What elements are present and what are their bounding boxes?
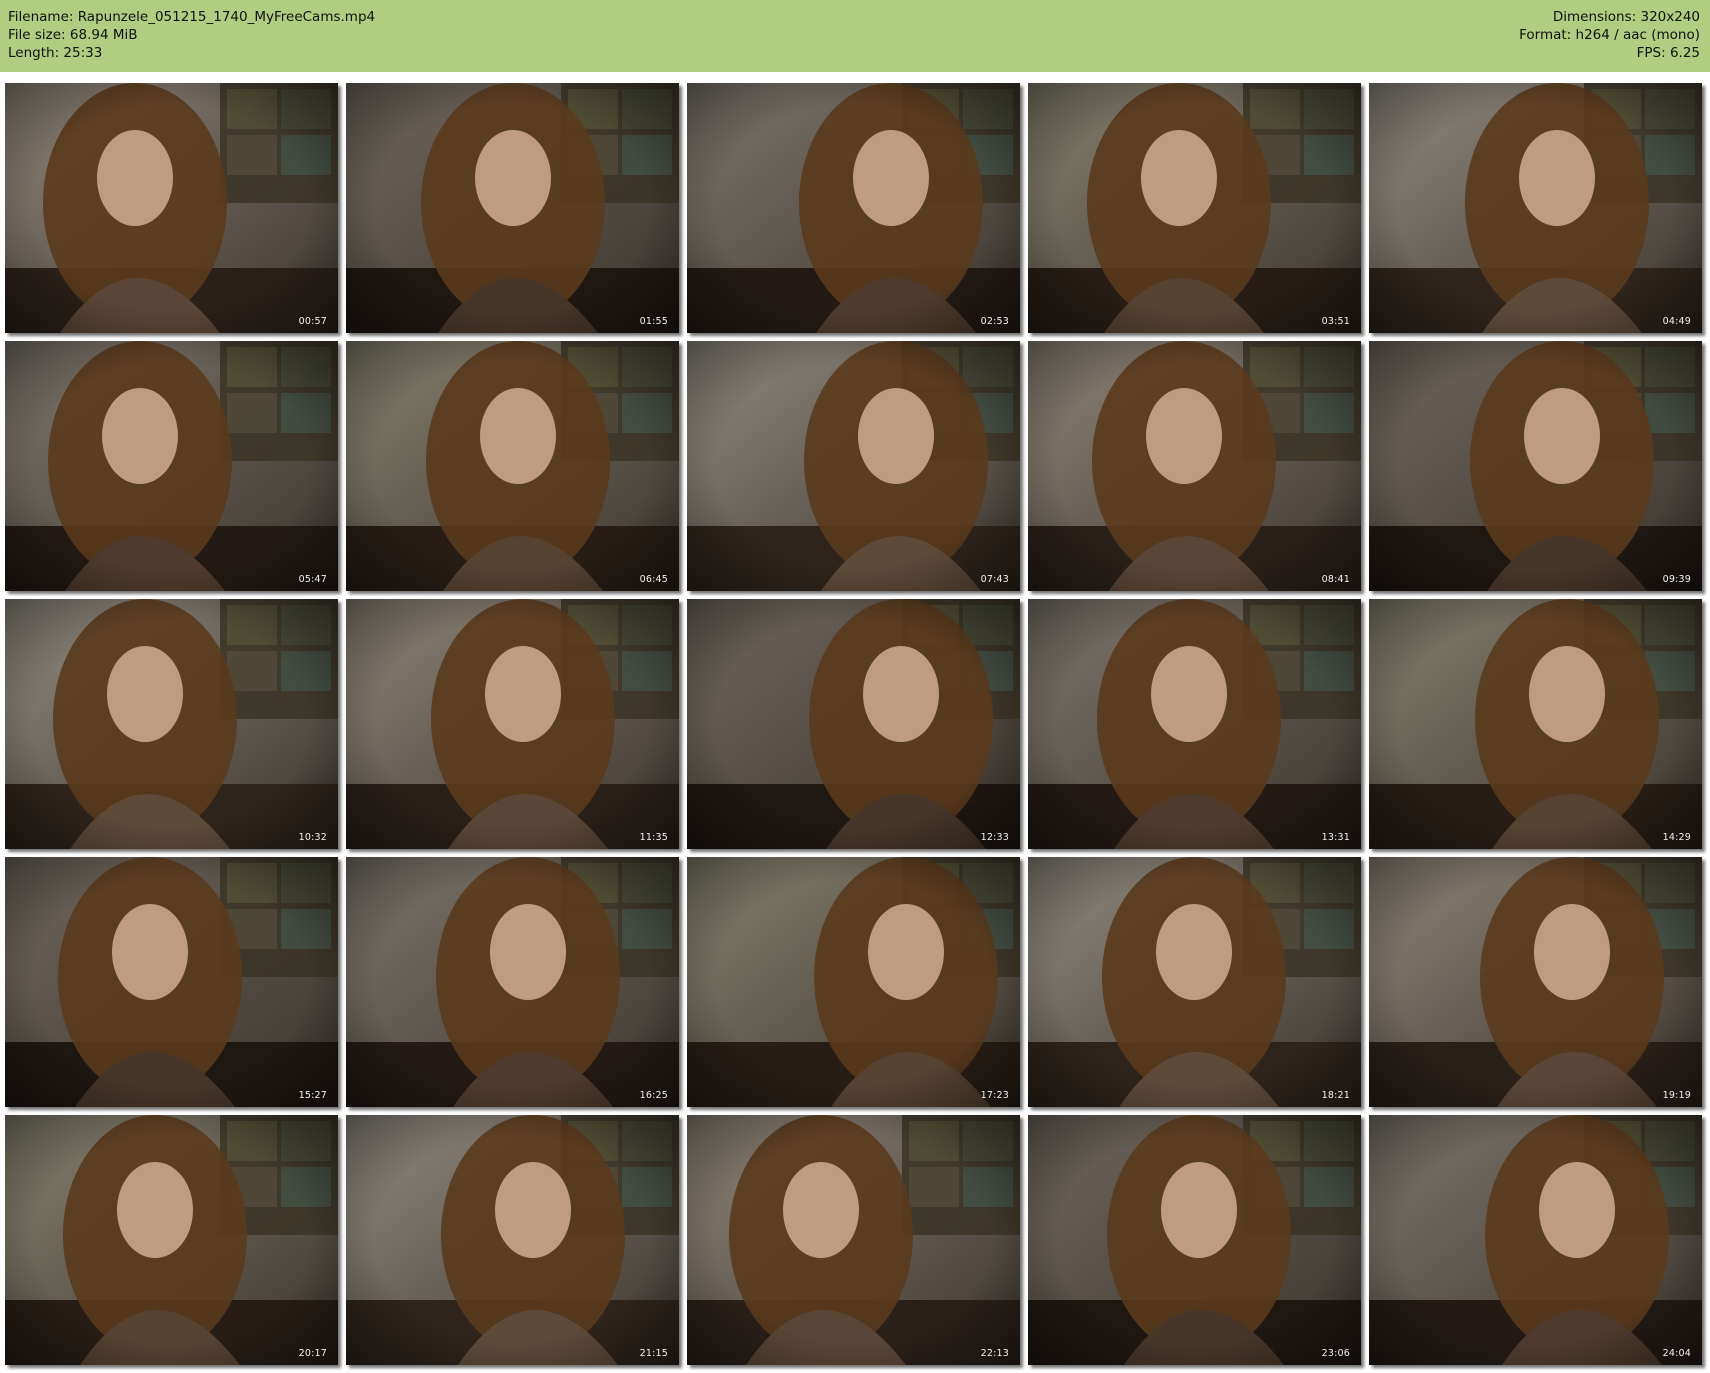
- video-frame-image: [346, 1115, 679, 1365]
- timestamp-label: 12:33: [980, 832, 1009, 843]
- timestamp-label: 11:35: [639, 832, 668, 843]
- length-text: Length: 25:33: [8, 45, 103, 61]
- thumbnail-frame: 19:19: [1369, 857, 1702, 1107]
- thumbnail-frame: 16:25: [346, 857, 679, 1107]
- timestamp-label: 04:49: [1662, 316, 1691, 327]
- video-frame-image: [687, 341, 1020, 591]
- filename-text: Filename: Rapunzele_051215_1740_MyFreeCa…: [8, 9, 376, 25]
- thumbnail-frame: 14:29: [1369, 599, 1702, 849]
- thumbnail-frame: 06:45: [346, 341, 679, 591]
- timestamp-label: 07:43: [980, 574, 1009, 585]
- timestamp-label: 23:06: [1321, 1348, 1350, 1359]
- video-frame-image: [687, 1115, 1020, 1365]
- thumbnail-frame: 02:53: [687, 83, 1020, 333]
- video-frame-image: [687, 83, 1020, 333]
- video-frame-image: [1028, 1115, 1361, 1365]
- thumbnail-frame: 15:27: [5, 857, 338, 1107]
- thumbnail-frame: 23:06: [1028, 1115, 1361, 1365]
- video-frame-image: [1028, 857, 1361, 1107]
- thumbnail-frame: 09:39: [1369, 341, 1702, 591]
- thumbnail-frame: 00:57: [5, 83, 338, 333]
- thumbnail-frame: 17:23: [687, 857, 1020, 1107]
- timestamp-label: 10:32: [298, 832, 327, 843]
- video-frame-image: [1369, 83, 1702, 333]
- timestamp-label: 16:25: [639, 1090, 668, 1101]
- thumbnail-frame: 20:17: [5, 1115, 338, 1365]
- thumbnail-frame: 21:15: [346, 1115, 679, 1365]
- thumbnail-frame: 18:21: [1028, 857, 1361, 1107]
- thumbnail-frame: 05:47: [5, 341, 338, 591]
- video-frame-image: [5, 857, 338, 1107]
- timestamp-label: 05:47: [298, 574, 327, 585]
- thumbnail-frame: 01:55: [346, 83, 679, 333]
- timestamp-label: 15:27: [298, 1090, 327, 1101]
- fps-text: FPS: 6.25: [1636, 45, 1700, 61]
- video-frame-image: [5, 599, 338, 849]
- thumbnail-frame: 08:41: [1028, 341, 1361, 591]
- timestamp-label: 03:51: [1321, 316, 1350, 327]
- video-frame-image: [1028, 341, 1361, 591]
- timestamp-label: 00:57: [298, 316, 327, 327]
- video-frame-image: [5, 83, 338, 333]
- video-frame-image: [1369, 857, 1702, 1107]
- video-frame-image: [687, 599, 1020, 849]
- video-frame-image: [1369, 1115, 1702, 1365]
- timestamp-label: 19:19: [1662, 1090, 1691, 1101]
- stream-info: Dimensions: 320x240 Format: h264 / aac (…: [1519, 8, 1700, 62]
- timestamp-label: 13:31: [1321, 832, 1350, 843]
- thumbnail-frame: 10:32: [5, 599, 338, 849]
- video-frame-image: [1028, 83, 1361, 333]
- timestamp-label: 09:39: [1662, 574, 1691, 585]
- timestamp-label: 14:29: [1662, 832, 1691, 843]
- video-frame-image: [346, 83, 679, 333]
- video-frame-image: [346, 341, 679, 591]
- thumbnail-frame: 22:13: [687, 1115, 1020, 1365]
- timestamp-label: 01:55: [639, 316, 668, 327]
- timestamp-label: 08:41: [1321, 574, 1350, 585]
- filesize-text: File size: 68.94 MiB: [8, 27, 138, 43]
- timestamp-label: 02:53: [980, 316, 1009, 327]
- timestamp-label: 21:15: [639, 1348, 668, 1359]
- video-frame-image: [5, 341, 338, 591]
- video-frame-image: [1369, 599, 1702, 849]
- thumbnail-frame: 12:33: [687, 599, 1020, 849]
- timestamp-label: 17:23: [980, 1090, 1009, 1101]
- video-frame-image: [1369, 341, 1702, 591]
- video-frame-image: [1028, 599, 1361, 849]
- file-info: Filename: Rapunzele_051215_1740_MyFreeCa…: [8, 8, 375, 62]
- video-frame-image: [346, 857, 679, 1107]
- video-frame-image: [5, 1115, 338, 1365]
- video-frame-image: [346, 599, 679, 849]
- info-header: Filename: Rapunzele_051215_1740_MyFreeCa…: [0, 0, 1710, 72]
- dimensions-text: Dimensions: 320x240: [1552, 9, 1700, 25]
- thumbnail-frame: 13:31: [1028, 599, 1361, 849]
- thumbnail-frame: 03:51: [1028, 83, 1361, 333]
- thumbnail-frame: 24:04: [1369, 1115, 1702, 1365]
- format-text: Format: h264 / aac (mono): [1519, 27, 1700, 43]
- thumbnail-frame: 04:49: [1369, 83, 1702, 333]
- timestamp-label: 18:21: [1321, 1090, 1350, 1101]
- thumbnail-frame: 07:43: [687, 341, 1020, 591]
- video-frame-image: [687, 857, 1020, 1107]
- timestamp-label: 22:13: [980, 1348, 1009, 1359]
- timestamp-label: 06:45: [639, 574, 668, 585]
- thumbnail-frame: 11:35: [346, 599, 679, 849]
- timestamp-label: 24:04: [1662, 1348, 1691, 1359]
- timestamp-label: 20:17: [298, 1348, 327, 1359]
